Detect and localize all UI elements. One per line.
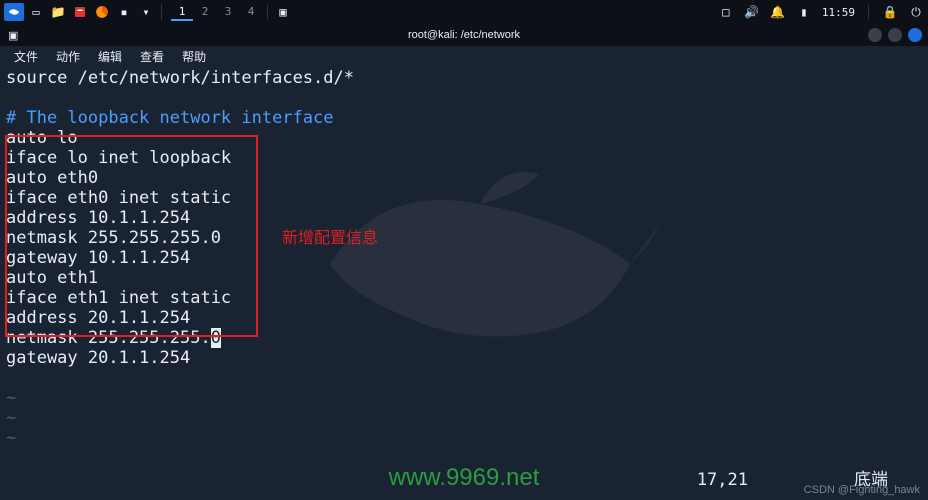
taskbar-left: ▭ 📁 ▪ ▾ 1234 ▣ — [4, 3, 293, 21]
display-icon[interactable]: □ — [718, 4, 734, 20]
separator — [267, 4, 268, 20]
editor-line: netmask 255.255.255.0 — [6, 228, 922, 248]
workspace-tab-4[interactable]: 4 — [240, 3, 262, 21]
terminal-task-icon[interactable]: ▣ — [273, 3, 293, 21]
kali-menu-icon[interactable] — [4, 3, 24, 21]
menu-item[interactable]: 帮助 — [174, 48, 214, 65]
annotation-label: 新增配置信息 — [282, 224, 378, 248]
editor-line: ~ — [6, 428, 922, 448]
editor-line: gateway 20.1.1.254 — [6, 348, 922, 368]
file-manager-icon[interactable]: 📁 — [48, 3, 68, 21]
editor-line: gateway 10.1.1.254 — [6, 248, 922, 268]
workspace-switcher: 1234 — [171, 3, 262, 21]
volume-icon[interactable]: 🔊 — [744, 4, 760, 20]
menu-item[interactable]: 动作 — [48, 48, 88, 65]
editor-content[interactable]: source /etc/network/interfaces.d/* # The… — [0, 66, 928, 450]
app-icon[interactable] — [70, 3, 90, 21]
terminal-titlebar[interactable]: ▣ root@kali: /etc/network — [0, 24, 928, 46]
dropdown-icon[interactable]: ▾ — [136, 3, 156, 21]
workspace-tab-3[interactable]: 3 — [217, 3, 239, 21]
menu-item[interactable]: 编辑 — [90, 48, 130, 65]
editor-line-cursor: netmask 255.255.255.0 — [6, 328, 922, 348]
workspace-tab-1[interactable]: 1 — [171, 3, 193, 21]
lock-icon[interactable]: 🔒 — [882, 4, 898, 20]
editor-line: # The loopback network interface — [6, 108, 922, 128]
editor-line: auto eth1 — [6, 268, 922, 288]
maximize-button[interactable] — [888, 28, 902, 42]
window-list-icon[interactable]: ▭ — [26, 3, 46, 21]
terminal-app-icon: ▣ — [8, 29, 18, 42]
power-icon[interactable]: ⏻ — [908, 4, 924, 20]
window-controls — [868, 28, 922, 42]
editor-line: ~ — [6, 408, 922, 428]
terminal-menubar: 文件动作编辑查看帮助 — [0, 46, 928, 66]
taskbar-right: □ 🔊 🔔 ▮ 11:59 🔒 ⏻ — [718, 4, 924, 20]
cursor-position: 17,21 — [697, 470, 748, 490]
editor-line: iface lo inet loopback — [6, 148, 922, 168]
menu-item[interactable]: 文件 — [6, 48, 46, 65]
editor-line: source /etc/network/interfaces.d/* — [6, 68, 922, 88]
editor-line: auto eth0 — [6, 168, 922, 188]
workspace-tab-2[interactable]: 2 — [194, 3, 216, 21]
separator — [161, 4, 162, 20]
editor-line: auto lo — [6, 128, 922, 148]
menu-item[interactable]: 查看 — [132, 48, 172, 65]
watermark-url: www.9969.net — [389, 464, 540, 492]
terminal-window: ▣ root@kali: /etc/network 文件动作编辑查看帮助 sou… — [0, 24, 928, 500]
watermark-csdn: CSDN @Fighting_hawk — [804, 484, 920, 496]
battery-icon[interactable]: ▮ — [796, 4, 812, 20]
terminal-icon[interactable]: ▪ — [114, 3, 134, 21]
close-button[interactable] — [908, 28, 922, 42]
minimize-button[interactable] — [868, 28, 882, 42]
editor-line: iface eth1 inet static — [6, 288, 922, 308]
editor-line: ~ — [6, 388, 922, 408]
editor-line: iface eth0 inet static — [6, 188, 922, 208]
separator — [868, 4, 869, 20]
window-title: root@kali: /etc/network — [408, 29, 520, 41]
editor-line — [6, 88, 922, 108]
editor-line — [6, 368, 922, 388]
editor-line: address 20.1.1.254 — [6, 308, 922, 328]
clock[interactable]: 11:59 — [822, 6, 855, 19]
desktop-taskbar: ▭ 📁 ▪ ▾ 1234 ▣ □ 🔊 🔔 ▮ 11:59 🔒 ⏻ — [0, 0, 928, 24]
notification-icon[interactable]: 🔔 — [770, 4, 786, 20]
firefox-icon[interactable] — [92, 3, 112, 21]
editor-line: address 10.1.1.254 — [6, 208, 922, 228]
